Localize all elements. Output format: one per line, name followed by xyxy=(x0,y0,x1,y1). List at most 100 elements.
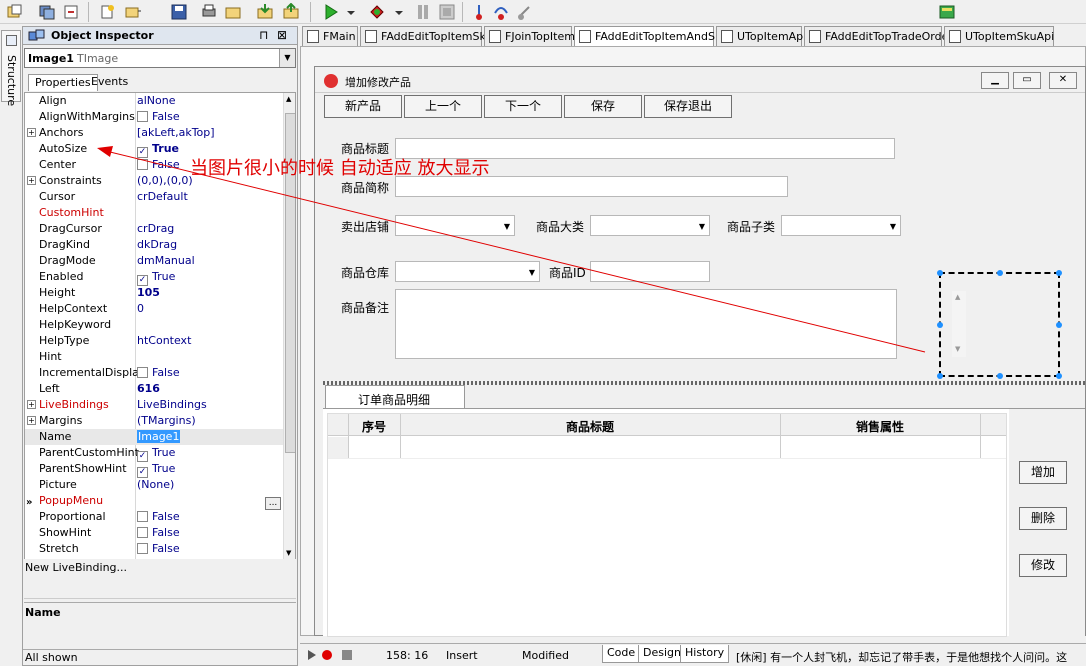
property-value[interactable]: 616 xyxy=(137,382,160,395)
property-row[interactable]: HelpKeyword xyxy=(25,317,283,333)
help-book-icon[interactable] xyxy=(938,3,956,21)
property-value[interactable]: ✓ True xyxy=(137,462,175,478)
tab-code[interactable]: Code xyxy=(602,645,641,663)
grid-header-title[interactable]: 商品标题 xyxy=(400,418,780,435)
edit-item-button[interactable]: 修改 xyxy=(1019,554,1067,577)
save-and-exit-button[interactable]: 保存退出 xyxy=(644,95,732,118)
grid-header-index[interactable]: 序号 xyxy=(348,418,400,435)
property-row[interactable]: + LiveBindings LiveBindings xyxy=(25,397,283,413)
object-inspector-titlebar[interactable]: Object Inspector ⊓ ⊠ xyxy=(23,27,297,45)
checkbox-unchecked[interactable] xyxy=(137,527,148,538)
property-row[interactable]: HelpContext 0 xyxy=(25,301,283,317)
category-combo[interactable]: ▼ xyxy=(590,215,710,236)
checkbox-unchecked[interactable] xyxy=(137,111,148,122)
property-value[interactable]: False xyxy=(137,542,180,555)
new-livebinding-label[interactable]: New LiveBinding... xyxy=(25,561,127,574)
resize-handle[interactable] xyxy=(937,270,943,276)
record-macro-icon[interactable] xyxy=(322,650,332,660)
property-value[interactable]: LiveBindings xyxy=(137,398,207,411)
delete-item-button[interactable]: 删除 xyxy=(1019,507,1067,530)
property-value[interactable]: htContext xyxy=(137,334,191,347)
property-row[interactable]: ShowHint False xyxy=(25,525,283,541)
form-caption-bar[interactable]: 增加修改产品 ▁ ▭ ✕ xyxy=(315,67,1085,93)
run-to-cursor-icon[interactable] xyxy=(516,3,534,21)
property-row[interactable]: ParentCustomHint ✓ True xyxy=(25,445,283,462)
stop-icon[interactable] xyxy=(438,3,456,21)
add-item-button[interactable]: 增加 xyxy=(1019,461,1067,484)
image1-component[interactable] xyxy=(937,270,1062,379)
stop-macro-icon[interactable] xyxy=(342,650,352,660)
resize-handle[interactable] xyxy=(997,373,1003,379)
grid-header-attributes[interactable]: 销售属性 xyxy=(780,418,980,435)
remove-from-project-icon[interactable] xyxy=(282,2,300,21)
shop-combo[interactable]: ▼ xyxy=(395,215,515,236)
pause-icon[interactable] xyxy=(414,3,432,21)
close-button[interactable]: ✕ xyxy=(1049,72,1077,89)
resize-handle[interactable] xyxy=(1056,270,1062,276)
open-file-icon[interactable] xyxy=(124,3,142,21)
property-row[interactable]: Left 616 xyxy=(25,381,283,397)
pin-icon[interactable]: ⊓ xyxy=(259,28,268,42)
property-row[interactable]: Align alNone xyxy=(25,93,283,109)
editor-tab[interactable]: FAddEditTopItemAndSku xyxy=(574,26,728,46)
editor-tab[interactable]: FMain xyxy=(302,26,358,46)
maximize-button[interactable]: ▭ xyxy=(1013,72,1041,89)
property-value[interactable]: False xyxy=(137,158,180,171)
property-row[interactable]: Proportional False xyxy=(25,509,283,525)
product-id-input[interactable] xyxy=(590,261,710,282)
property-row[interactable]: HelpType htContext xyxy=(25,333,283,349)
checkbox-unchecked[interactable] xyxy=(137,511,148,522)
run-options-dropdown-icon[interactable] xyxy=(394,3,412,21)
new-items-icon[interactable] xyxy=(98,3,116,21)
order-items-grid[interactable]: 序号 商品标题 销售属性 xyxy=(327,413,1007,637)
property-value[interactable]: 105 xyxy=(137,286,160,299)
expand-icon[interactable]: + xyxy=(27,400,36,409)
chevron-down-icon[interactable]: ▼ xyxy=(279,49,295,67)
property-row[interactable]: DragMode dmManual xyxy=(25,253,283,269)
product-notes-memo[interactable]: ▲ ▼ xyxy=(395,289,966,359)
editor-tab[interactable]: FAddEditTopItemSku xyxy=(360,26,493,46)
reopen-icon[interactable] xyxy=(62,3,80,21)
expand-icon[interactable]: + xyxy=(27,176,36,185)
expand-icon[interactable]: + xyxy=(27,416,36,425)
property-value[interactable]: False xyxy=(137,510,180,523)
property-row[interactable]: AlignWithMargins False xyxy=(25,109,283,125)
property-value[interactable]: False xyxy=(137,366,180,379)
component-selector[interactable]: Image1 TImage ▼ xyxy=(24,48,296,68)
property-row[interactable]: ParentShowHint ✓ True xyxy=(25,461,283,478)
tab-history[interactable]: History xyxy=(680,645,730,663)
editor-tab[interactable]: FJoinTopItem xyxy=(484,26,575,46)
play-macro-icon[interactable] xyxy=(308,650,316,660)
close-icon[interactable]: ⊠ xyxy=(277,28,287,42)
property-row[interactable]: + Anchors [akLeft,akTop] xyxy=(25,125,283,141)
property-row[interactable]: DragKind dkDrag xyxy=(25,237,283,253)
structure-tab[interactable]: Structure xyxy=(1,30,21,106)
resize-handle[interactable] xyxy=(1056,373,1062,379)
print-icon[interactable] xyxy=(200,3,218,21)
editor-tab[interactable]: FAddEditTopTradeOrder xyxy=(804,26,953,46)
step-over-icon[interactable] xyxy=(492,3,510,21)
next-button[interactable]: 下一个 xyxy=(484,95,562,118)
open-folder-icon[interactable] xyxy=(224,3,242,21)
property-row[interactable]: + Margins (TMargins) xyxy=(25,413,283,429)
property-row[interactable]: Name Image1 xyxy=(25,429,283,445)
property-row[interactable]: IncrementalDisplay False xyxy=(25,365,283,381)
run-dropdown-icon[interactable] xyxy=(346,3,364,21)
property-value[interactable]: ✓ True xyxy=(137,142,179,158)
property-row[interactable]: Enabled ✓ True xyxy=(25,269,283,286)
property-value[interactable]: ✓ True xyxy=(137,446,175,462)
property-value[interactable]: (None) xyxy=(137,478,174,491)
checkbox-unchecked[interactable] xyxy=(137,367,148,378)
subcategory-combo[interactable]: ▼ xyxy=(781,215,901,236)
property-row[interactable]: Stretch False xyxy=(25,541,283,557)
resize-handle[interactable] xyxy=(937,322,943,328)
run-without-debug-icon[interactable] xyxy=(368,3,386,21)
property-value[interactable]: dmManual xyxy=(137,254,195,267)
checkbox-unchecked[interactable] xyxy=(137,159,148,170)
resize-handle[interactable] xyxy=(997,270,1003,276)
property-row[interactable]: Cursor crDefault xyxy=(25,189,283,205)
checkbox-unchecked[interactable] xyxy=(137,543,148,554)
property-value[interactable]: (0,0),(0,0) xyxy=(137,174,193,187)
minimize-button[interactable]: ▁ xyxy=(981,72,1009,89)
warehouse-combo[interactable]: ▼ xyxy=(395,261,540,282)
